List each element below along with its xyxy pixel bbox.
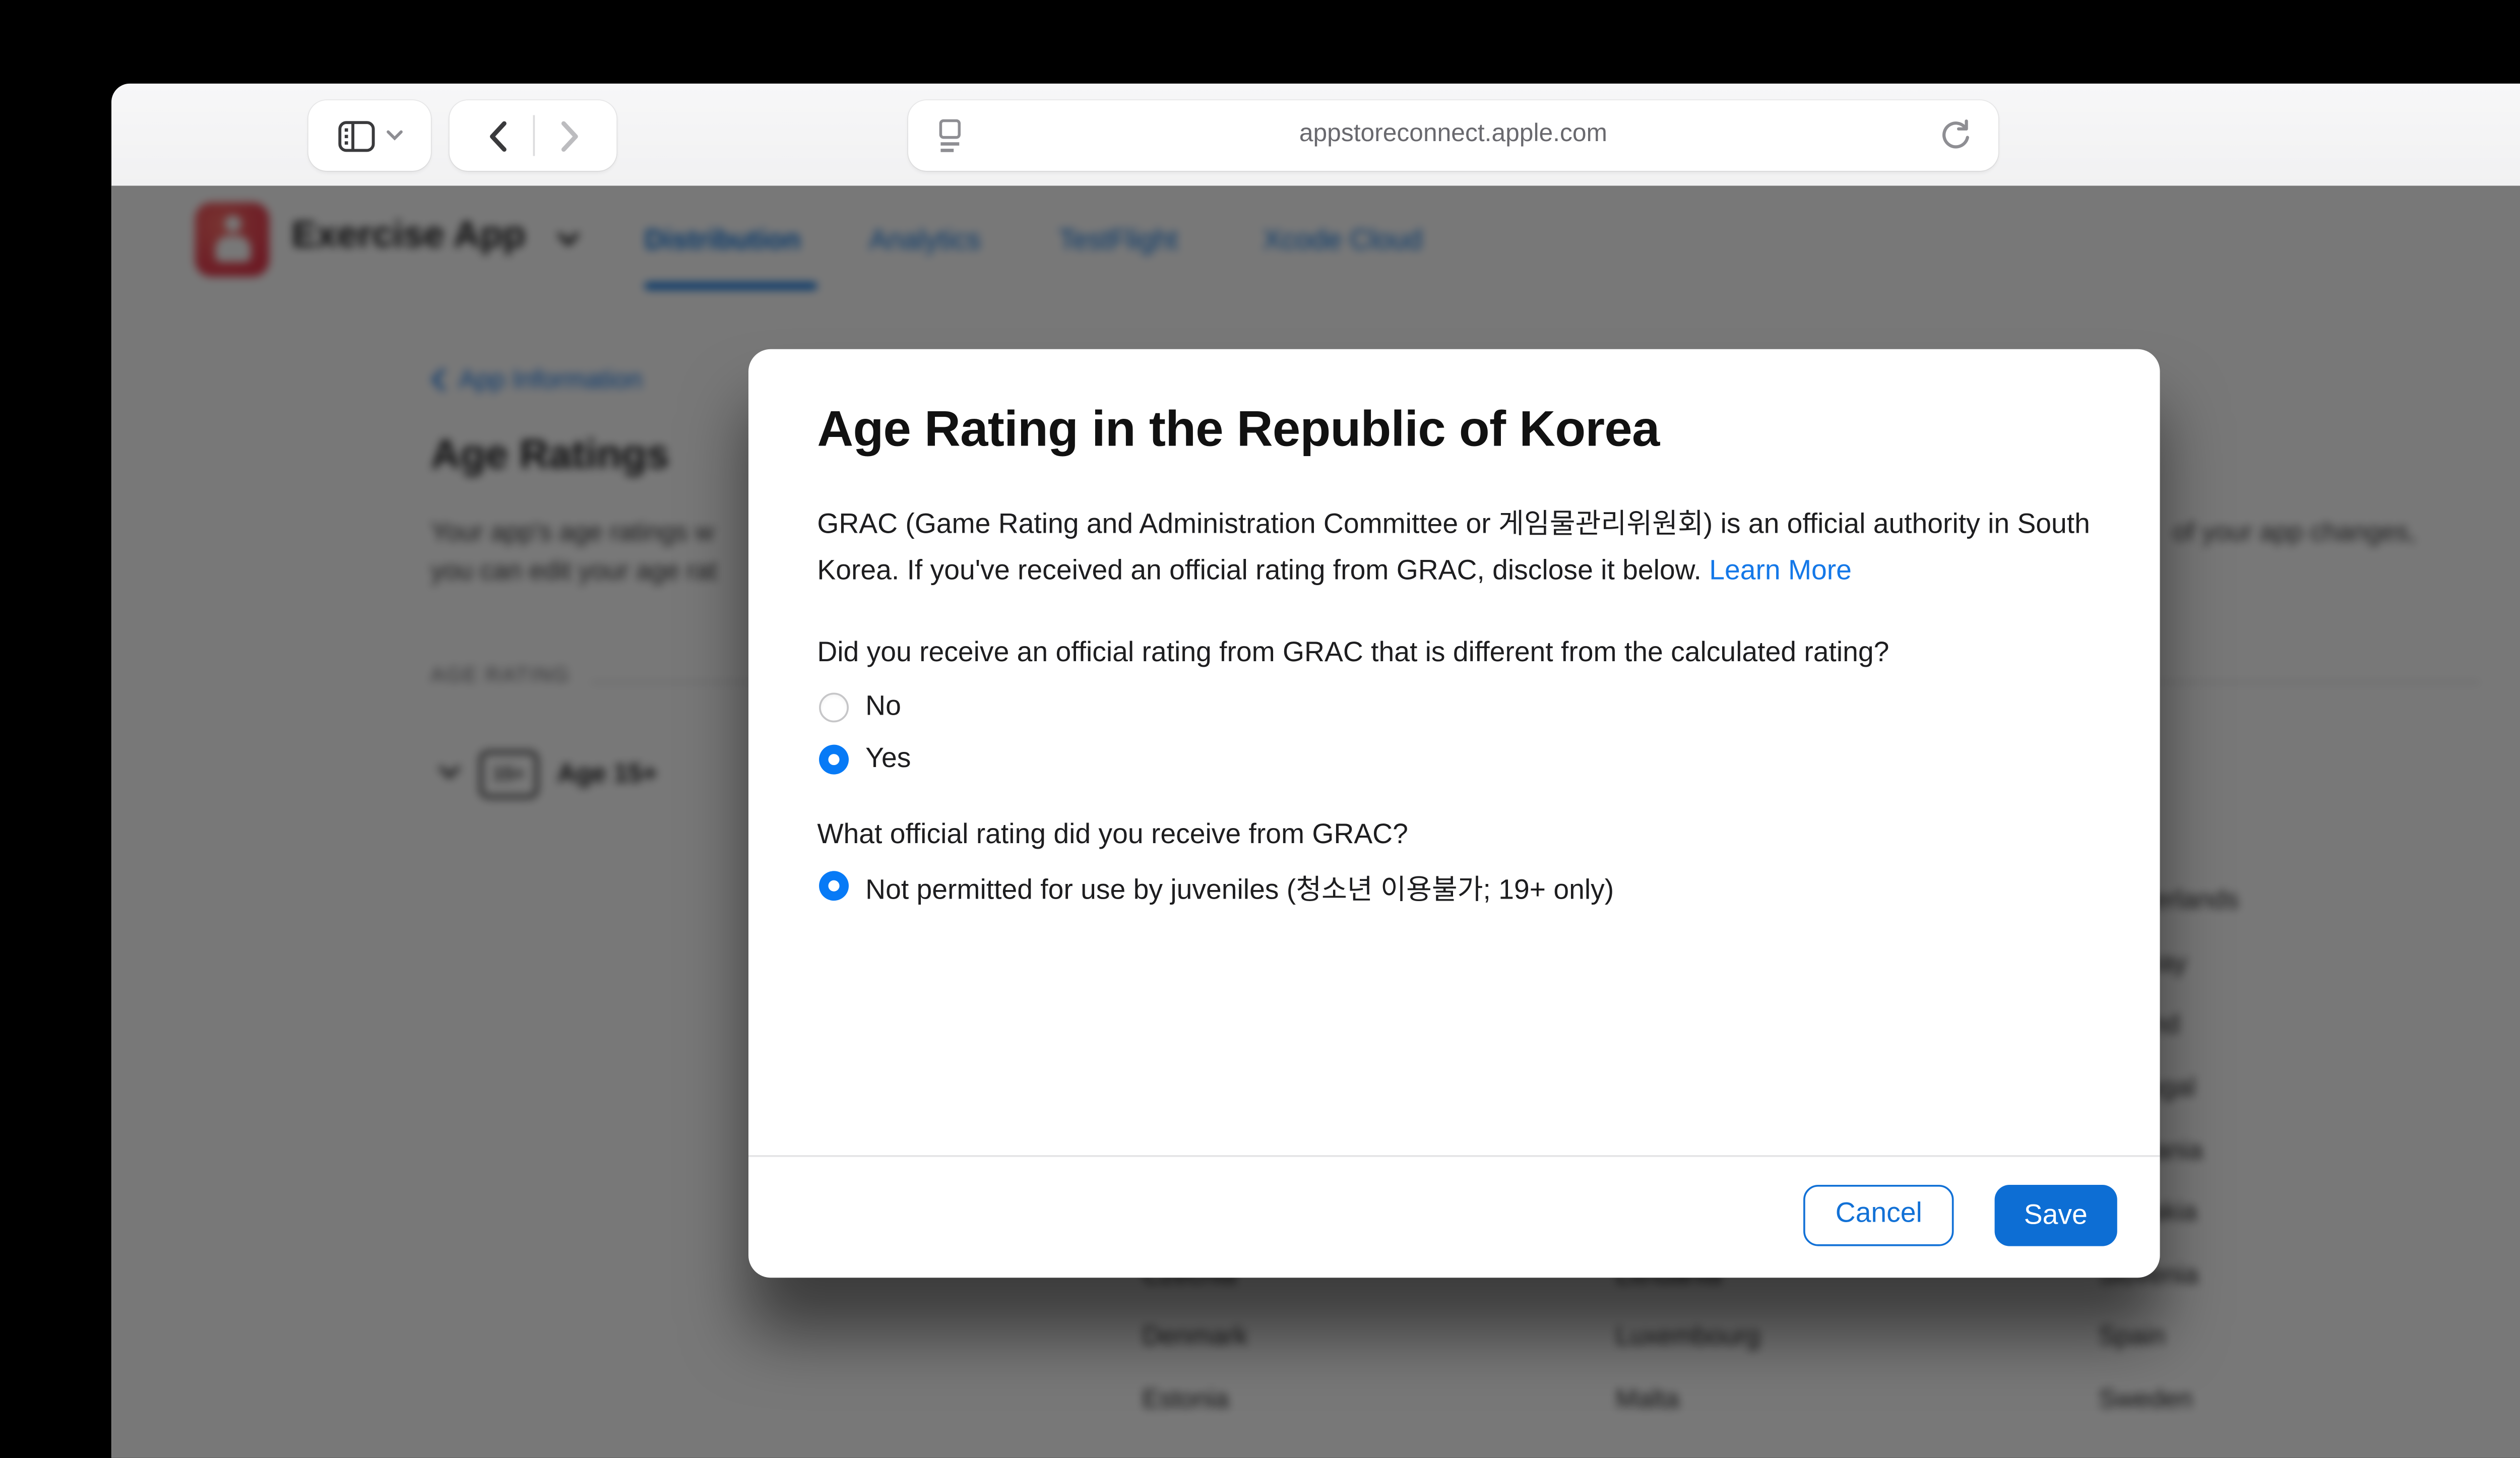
radio-yes-label[interactable]: Yes: [865, 743, 911, 775]
address-bar[interactable]: appstoreconnect.apple.com: [908, 100, 1998, 171]
radio-not-permitted-juveniles-label[interactable]: Not permitted for use by juveniles (청소년 …: [865, 869, 1614, 908]
radio-no-label[interactable]: No: [865, 691, 901, 723]
radio-not-permitted-juveniles[interactable]: [819, 871, 849, 901]
forward-button[interactable]: [560, 120, 579, 152]
question-which-rating: What official rating did you receive fro…: [817, 819, 1408, 851]
browser-toolbar: appstoreconnect.apple.com: [111, 84, 2520, 186]
url-text: appstoreconnect.apple.com: [908, 119, 1998, 147]
dialog-description: GRAC (Game Rating and Administration Com…: [817, 501, 2102, 594]
reload-icon[interactable]: [1939, 117, 1972, 152]
sidebar-icon: [337, 120, 374, 152]
dialog-description-line1: GRAC (Game Rating and Administration Com…: [817, 509, 2090, 541]
nav-divider: [532, 115, 534, 156]
dialog-title: Age Rating in the Republic of Korea: [817, 401, 1659, 459]
dialog-footer-divider: [748, 1155, 2160, 1157]
chevron-down-icon: [386, 130, 402, 141]
screen: appstoreconnect.apple.com: [0, 0, 2520, 1441]
question-official-rating-different: Did you receive an official rating from …: [817, 637, 1889, 669]
learn-more-link[interactable]: Learn More: [1709, 555, 1852, 587]
dialog-description-line2: Korea. If you've received an official ra…: [817, 555, 1702, 587]
grac-age-rating-dialog: Age Rating in the Republic of Korea GRAC…: [748, 349, 2160, 1278]
back-button[interactable]: [487, 120, 506, 152]
radio-yes[interactable]: [819, 745, 849, 775]
save-button[interactable]: Save: [1994, 1185, 2117, 1246]
sidebar-toggle-button[interactable]: [308, 100, 431, 171]
cancel-button[interactable]: Cancel: [1804, 1185, 1954, 1246]
nav-button-group: [450, 100, 617, 171]
web-content: Exercise App Distribution Analytics Test…: [111, 185, 2520, 1457]
radio-no[interactable]: [819, 692, 849, 722]
browser-window: appstoreconnect.apple.com: [111, 84, 2520, 1458]
